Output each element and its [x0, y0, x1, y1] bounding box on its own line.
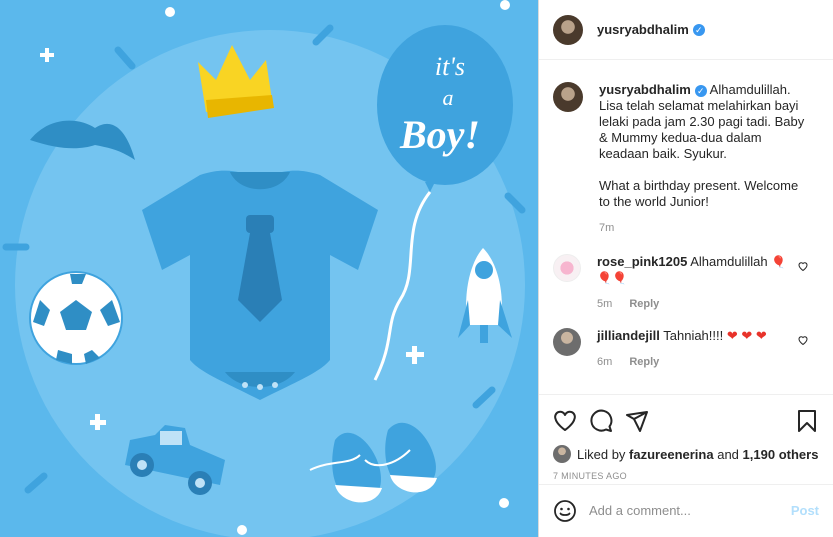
- caption-username[interactable]: yusryabdhalim: [599, 82, 691, 97]
- share-send-icon[interactable]: [625, 409, 649, 433]
- comment-bubble-icon[interactable]: [589, 409, 613, 433]
- commenter-avatar[interactable]: [553, 254, 581, 282]
- save-bookmark-icon[interactable]: [795, 409, 819, 433]
- balloon-text-1: it's: [435, 52, 465, 81]
- comment-time[interactable]: 6m: [597, 356, 612, 368]
- post-timestamp[interactable]: 7 MINUTES AGO: [539, 467, 833, 481]
- comment-username[interactable]: rose_pink1205: [597, 254, 687, 269]
- and-label: and: [717, 446, 739, 462]
- post-sidebar: yusryabdhalim ✓ yusryabdhalim ✓ Alhamduli…: [538, 0, 833, 537]
- comment-time[interactable]: 5m: [597, 298, 612, 310]
- reply-button[interactable]: Reply: [629, 298, 659, 310]
- caption-text-2: What a birthday present. Welcome to the …: [599, 178, 799, 209]
- likes-count-link[interactable]: 1,190 others: [743, 447, 819, 462]
- author-username[interactable]: yusryabdhalim: [597, 22, 689, 37]
- balloon-text-2: a: [443, 85, 454, 110]
- verified-badge-icon: ✓: [692, 23, 705, 36]
- comment-text: Tahniah!!!!: [663, 328, 724, 343]
- comment-text: Alhamdulillah: [690, 254, 768, 269]
- caption: yusryabdhalim ✓ Alhamdulillah. Lisa telah…: [553, 60, 819, 236]
- caption-time[interactable]: 7m: [599, 222, 614, 234]
- its-a-boy-illustration: it's a Boy!: [0, 0, 538, 537]
- like-comment-heart-icon[interactable]: [797, 260, 809, 272]
- post-comment-button[interactable]: Post: [791, 503, 819, 518]
- author-avatar[interactable]: [553, 14, 583, 45]
- likes-summary: Liked by fazureenerina and 1,190 others: [539, 441, 833, 467]
- liker-avatar[interactable]: [553, 445, 571, 463]
- comment-item: rose_pink1205 Alhamdulillah 🎈 🎈🎈 5m Repl…: [553, 254, 819, 312]
- like-heart-icon[interactable]: [553, 409, 577, 433]
- reply-button[interactable]: Reply: [629, 356, 659, 368]
- post-header: yusryabdhalim ✓: [539, 0, 833, 60]
- add-comment-bar: Post: [539, 484, 833, 536]
- balloon-text-3: Boy!: [399, 112, 480, 157]
- post-image[interactable]: it's a Boy!: [0, 0, 538, 537]
- emoji-smiley-icon[interactable]: [553, 499, 577, 523]
- liker-username[interactable]: fazureenerina: [629, 447, 714, 462]
- commenter-avatar[interactable]: [553, 328, 581, 356]
- verified-badge-icon: ✓: [694, 85, 707, 97]
- liked-by-label: Liked by: [577, 446, 626, 462]
- caption-avatar[interactable]: [553, 82, 583, 112]
- comment-input[interactable]: [589, 503, 791, 518]
- comment-username[interactable]: jilliandejill: [597, 328, 660, 343]
- heart-emoji: ❤ ❤ ❤: [726, 328, 767, 343]
- comments-list: yusryabdhalim ✓ Alhamdulillah. Lisa telah…: [539, 60, 833, 394]
- like-comment-heart-icon[interactable]: [797, 334, 809, 346]
- comment-item: jilliandejill Tahniah!!!! ❤ ❤ ❤ 6m Reply: [553, 328, 819, 370]
- post-actions: Liked by fazureenerina and 1,190 others …: [539, 394, 833, 536]
